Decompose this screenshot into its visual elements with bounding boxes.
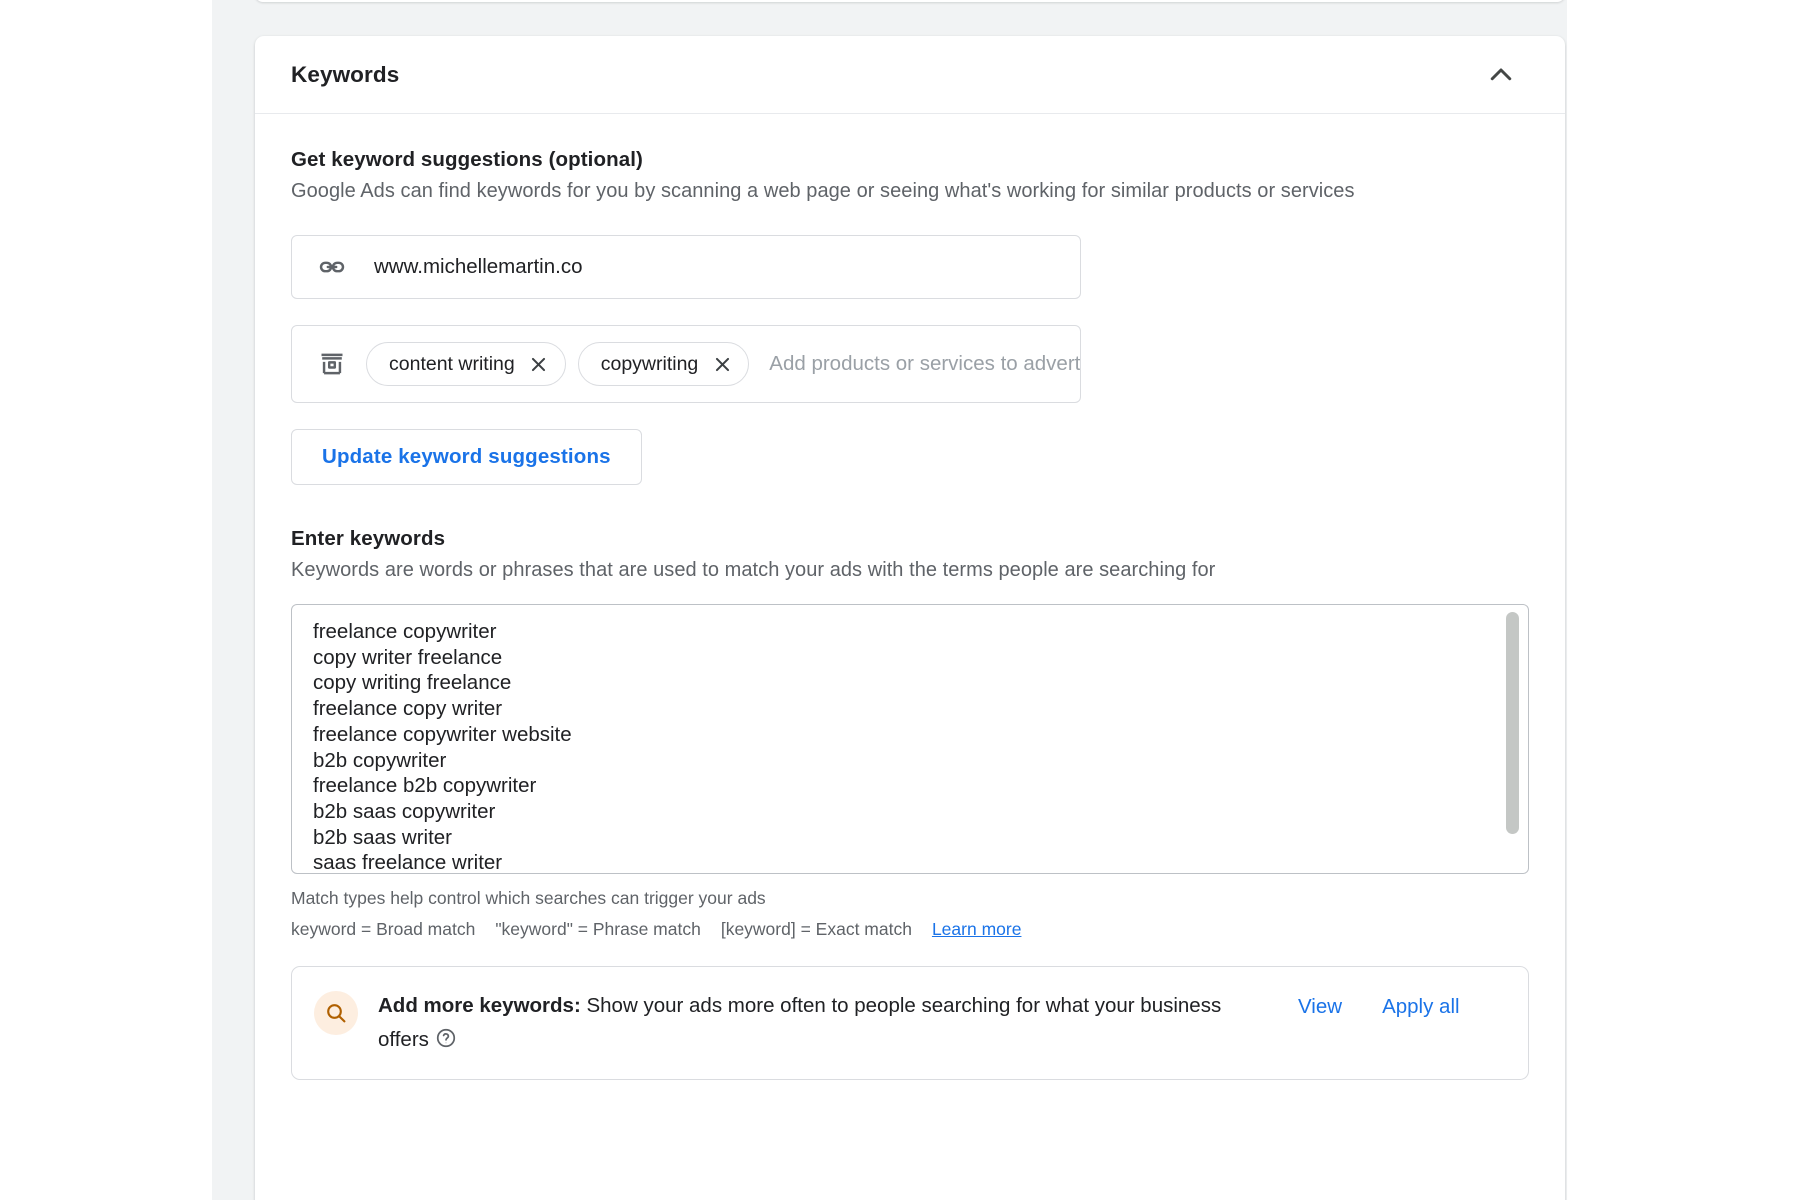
- get-suggestions-subheading: Google Ads can find keywords for you by …: [291, 180, 1355, 202]
- product-chip-label: copywriting: [600, 352, 699, 375]
- match-types-legend: keyword = Broad match "keyword" = Phrase…: [291, 919, 1529, 940]
- match-type-broad: keyword = Broad match: [291, 919, 476, 939]
- keywords-textarea[interactable]: freelance copywriter copy writer freelan…: [291, 604, 1529, 874]
- products-chip-list: content writing copywriting Add products…: [366, 342, 1080, 386]
- add-more-keywords-actions: View Apply all: [1258, 995, 1460, 1019]
- collapse-section-button[interactable]: [1479, 53, 1523, 97]
- keyword-line: b2b copywriter: [313, 748, 447, 772]
- add-more-keywords-title: Add more keywords:: [378, 994, 581, 1017]
- match-type-phrase: "keyword" = Phrase match: [495, 919, 701, 939]
- learn-more-link[interactable]: Learn more: [932, 919, 1022, 940]
- products-services-placeholder: Add products or services to advertise: [769, 352, 1080, 375]
- help-circle-icon[interactable]: [435, 1027, 457, 1049]
- website-url-value: www.michellemartin.co: [374, 255, 583, 278]
- update-keyword-suggestions-button[interactable]: Update keyword suggestions: [291, 429, 642, 485]
- keyword-line: freelance b2b copywriter: [313, 774, 537, 798]
- products-services-input[interactable]: content writing copywriting Add products…: [291, 325, 1081, 403]
- search-icon: [314, 991, 358, 1035]
- view-button[interactable]: View: [1298, 995, 1342, 1019]
- keywords-card: Keywords Get keyword suggestions (option…: [255, 36, 1565, 1200]
- keywords-scrollbar-thumb[interactable]: [1506, 612, 1519, 834]
- match-types-note: Match types help control which searches …: [291, 888, 766, 908]
- website-url-input[interactable]: www.michellemartin.co: [291, 235, 1081, 299]
- keyword-line: b2b saas copywriter: [313, 799, 496, 823]
- update-keyword-suggestions-label: Update keyword suggestions: [322, 445, 611, 468]
- keyword-line: copy writing freelance: [313, 671, 512, 695]
- keyword-line: saas freelance writer: [313, 851, 503, 874]
- apply-all-button[interactable]: Apply all: [1382, 995, 1460, 1019]
- keywords-list: freelance copywriter copy writer freelan…: [313, 619, 1482, 874]
- screen: Keywords Get keyword suggestions (option…: [0, 0, 1800, 1200]
- keywords-scrollbar[interactable]: [1506, 612, 1519, 868]
- add-more-keywords-text: Add more keywords: Show your ads more of…: [378, 989, 1258, 1057]
- keyword-line: freelance copywriter website: [313, 722, 572, 746]
- close-icon[interactable]: [710, 352, 734, 376]
- enter-keywords-section: Enter keywords Keywords are words or phr…: [291, 527, 1529, 1080]
- link-icon: [312, 247, 352, 287]
- enter-keywords-heading: Enter keywords: [291, 527, 446, 550]
- add-more-keywords-banner: Add more keywords: Show your ads more of…: [291, 966, 1529, 1080]
- get-suggestions-section: Get keyword suggestions (optional) Googl…: [291, 148, 1529, 485]
- keyword-line: freelance copy writer: [313, 697, 503, 721]
- keywords-card-header: Keywords: [255, 36, 1565, 114]
- keyword-line: copy writer freelance: [313, 645, 503, 669]
- product-chip[interactable]: content writing: [366, 342, 566, 386]
- storefront-icon: [312, 344, 352, 384]
- close-icon[interactable]: [527, 352, 551, 376]
- get-suggestions-heading: Get keyword suggestions (optional): [291, 148, 643, 171]
- keyword-line: b2b saas writer: [313, 825, 453, 849]
- keywords-card-body: Get keyword suggestions (optional) Googl…: [255, 114, 1565, 1080]
- product-chip-label: content writing: [389, 352, 515, 375]
- previous-card-sliver: [255, 0, 1565, 2]
- match-type-exact: [keyword] = Exact match: [720, 919, 912, 939]
- product-chip[interactable]: copywriting: [577, 342, 750, 386]
- page-title: Keywords: [291, 61, 400, 87]
- keyword-line: freelance copywriter: [313, 620, 497, 643]
- chevron-up-icon: [1486, 60, 1516, 90]
- enter-keywords-subheading: Keywords are words or phrases that are u…: [291, 559, 1216, 581]
